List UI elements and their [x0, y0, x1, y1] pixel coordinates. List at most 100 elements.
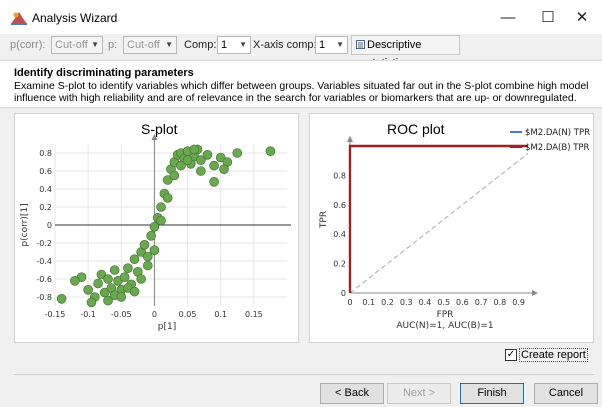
scatter-point [129, 254, 140, 264]
y-tick-label: 0.4 [39, 185, 52, 194]
roc-x-tick-label: 0 [347, 298, 352, 307]
scatter-point [70, 276, 80, 286]
roc-plot-panel: ROC plot 0 0.1 0.2 0.3 0.4 0.5 0.6 0.7 0.8 0.9 0 0.… [309, 113, 594, 343]
scatter-point [143, 260, 153, 271]
scatter-point [209, 177, 219, 187]
y-tick-label: -0.6 [36, 275, 52, 284]
scatter-point [162, 193, 173, 203]
scatter-point [146, 231, 156, 241]
y-tick-label: -0.8 [36, 293, 52, 302]
scatter-point [182, 155, 193, 166]
s-plot-panel: S-plot -0.15 -0.1 -0.05 0 0.05 0.1 0.15 0.8 0.6 0… [14, 113, 299, 343]
chevron-down-icon: ▼ [165, 40, 173, 49]
scatter-point [189, 144, 199, 155]
roc-y-tick-label: 0.4 [333, 230, 346, 239]
roc-x-tick-label: 0.5 [437, 298, 450, 307]
y-tick-label: 0.8 [39, 149, 52, 158]
xaxis-comp-select[interactable]: 1 ▼ [315, 36, 348, 54]
scatter-point [156, 215, 166, 226]
roc-x-label: FPR [437, 310, 454, 320]
roc-x-tick-label: 0.1 [362, 298, 375, 307]
y-tick-label: -0.4 [36, 257, 52, 266]
scatter-point [219, 164, 229, 175]
roc-x-tick-label: 0.4 [419, 298, 432, 307]
x-tick-label: 0 [152, 310, 157, 319]
footer-divider [14, 374, 594, 375]
roc-x-tick-label: 0.3 [400, 298, 413, 307]
finish-button[interactable]: Finish [460, 383, 524, 404]
comp-label: Comp: [184, 39, 217, 51]
scatter-point [93, 278, 103, 289]
auc-annotation: AUC(N)=1, AUC(B)=1 [396, 321, 493, 331]
x-tick-label: -0.1 [80, 310, 96, 319]
p-select[interactable]: Cut-off ▼ [123, 36, 177, 54]
window-title: Analysis Wizard [32, 11, 118, 25]
next-button[interactable]: Next > [387, 383, 451, 404]
scatter-point [56, 294, 67, 304]
roc-x-tick-label: 0.9 [512, 298, 525, 307]
roc-plot-chart[interactable]: 0 0.1 0.2 0.3 0.4 0.5 0.6 0.7 0.8 0.9 0 0.2 0.4 0.6 0.… [310, 114, 593, 342]
x-tick-label: -0.15 [45, 310, 66, 319]
step-title: Identify discriminating parameters [14, 67, 194, 79]
p-select-value: Cut-off [127, 39, 160, 51]
roc-x-tick-label: 0.7 [475, 298, 488, 307]
roc-series-line [348, 144, 528, 293]
scatter-point [196, 166, 206, 176]
s-plot-y-label: p(corr)[1] [20, 203, 30, 246]
statistics-icon [356, 40, 365, 49]
descriptive-statistics-button[interactable]: Descriptive statistics [351, 35, 460, 69]
roc-x-axis-arrow [532, 290, 538, 296]
roc-x-tick-label: 0.6 [456, 298, 469, 307]
scatter-point [123, 263, 133, 273]
toolbar: p(corr): Cut-off ▼ p: Cut-off ▼ Comp: 1 … [0, 34, 602, 69]
xaxis-comp-label: X-axis comp: [253, 39, 317, 51]
step-header: Identify discriminating parameters Exami… [0, 60, 602, 108]
roc-y-tick-label: 0.6 [333, 201, 346, 210]
chevron-down-icon: ▼ [239, 40, 247, 49]
scatter-point [103, 274, 113, 284]
y-tick-label: 0.6 [39, 167, 52, 176]
minimize-button[interactable]: — [488, 6, 528, 30]
chevron-down-icon: ▼ [336, 40, 344, 49]
scatter-point [83, 285, 93, 295]
scatter-point [136, 274, 146, 284]
roc-y-tick-label: 0.8 [333, 171, 346, 180]
scatter-point [169, 170, 180, 181]
pcorr-select[interactable]: Cut-off ▼ [51, 36, 103, 54]
x-tick-label: 0.05 [179, 310, 197, 319]
roc-x-tick-label: 0.8 [494, 298, 507, 307]
scatter-point [119, 272, 130, 282]
scatter-point [109, 265, 120, 275]
y-tick-label: -0.2 [36, 239, 52, 248]
chevron-down-icon: ▼ [91, 40, 99, 49]
y-tick-label: 0.2 [39, 203, 52, 212]
x-tick-label: 0.1 [214, 310, 227, 319]
create-report-checkbox[interactable]: ✓ [505, 349, 517, 361]
scatter-point [232, 148, 243, 158]
roc-x-tick-label: 0.2 [381, 298, 394, 307]
title-bar: Analysis Wizard — ☐ ✕ [0, 0, 602, 34]
pcorr-select-value: Cut-off [55, 39, 88, 51]
scatter-point [265, 146, 276, 157]
x-tick-label: 0.15 [245, 310, 263, 319]
roc-y-tick-label: 0 [341, 289, 346, 298]
roc-y-label: TPR [319, 211, 329, 229]
comp-select-value: 1 [221, 39, 228, 51]
roc-y-axis-arrow [347, 136, 353, 142]
s-plot-chart[interactable]: -0.15 -0.1 -0.05 0 0.05 0.1 0.15 0.8 0.6 0.4 0.2 0 -… [15, 114, 298, 342]
scatter-point [86, 297, 97, 308]
scatter-point [156, 202, 166, 212]
scatter-point [209, 160, 219, 171]
step-description: Examine S-plot to identify variables whi… [14, 80, 589, 104]
create-report-label[interactable]: Create report [519, 348, 588, 362]
roc-y-tick-label: 0.2 [333, 260, 346, 269]
cancel-button[interactable]: Cancel [534, 383, 598, 404]
scatter-point [149, 245, 160, 255]
xaxis-comp-select-value: 1 [319, 39, 326, 51]
pcorr-label: p(corr): [10, 39, 46, 51]
comp-select[interactable]: 1 ▼ [217, 36, 251, 54]
y-tick-label: 0 [47, 221, 52, 230]
close-button[interactable]: ✕ [562, 6, 602, 30]
back-button[interactable]: < Back [320, 383, 384, 404]
roc-diagonal-line [349, 152, 529, 294]
